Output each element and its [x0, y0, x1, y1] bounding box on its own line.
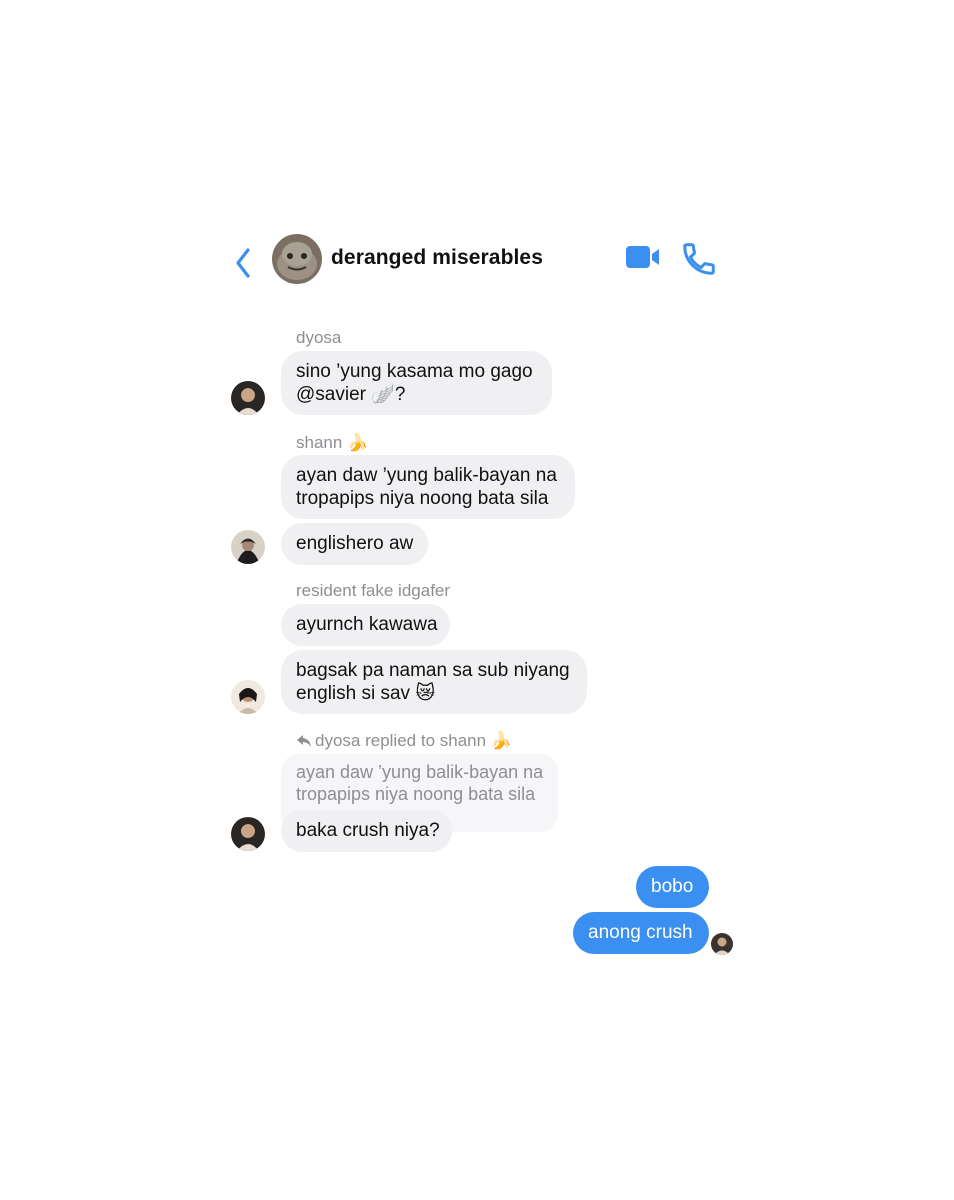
group-avatar[interactable]: [272, 234, 322, 284]
chat-title[interactable]: deranged miserables: [331, 246, 543, 270]
message-line: anong crush: [588, 922, 693, 943]
reply-label: dyosa replied to shann 🍌: [296, 731, 512, 751]
outgoing-message-bubble[interactable]: bobo: [636, 866, 709, 908]
message-line: sino ’yung kasama mo gago: [296, 361, 533, 382]
reply-arrow-icon: [297, 735, 311, 747]
message-line: bobo: [651, 876, 694, 897]
message-line: ayan daw ’yung balik-bayan na: [296, 465, 557, 486]
chat-header: deranged miserables: [230, 232, 720, 286]
sender-name: dyosa: [296, 328, 342, 347]
avatar[interactable]: [231, 530, 265, 564]
message-bubble[interactable]: sino ’yung kasama mo gago @savier 🪽?: [281, 351, 552, 415]
message-line: ayurnch kawawa: [296, 614, 438, 635]
back-button[interactable]: [230, 240, 258, 280]
quoted-line: ayan daw ’yung balik-bayan na: [296, 762, 544, 782]
message-bubble[interactable]: baka crush niya?: [281, 810, 452, 852]
message-line: bagsak pa naman sa sub niyang: [296, 660, 570, 681]
avatar[interactable]: [231, 817, 265, 851]
read-receipt-avatar: [711, 933, 733, 955]
avatar[interactable]: [231, 680, 265, 714]
message-line: englishero aw: [296, 533, 414, 554]
message-bubble[interactable]: ayurnch kawawa: [281, 604, 450, 646]
message-line: @savier 🪽?: [296, 384, 406, 405]
avatar[interactable]: [231, 381, 265, 415]
sender-name: shann 🍌: [296, 433, 369, 452]
message-line: baka crush niya?: [296, 820, 440, 841]
phone-icon: [683, 243, 715, 275]
voice-call-button[interactable]: [680, 240, 718, 278]
chevron-left-icon: [236, 248, 250, 278]
message-bubble[interactable]: bagsak pa naman sa sub niyang english si…: [281, 650, 587, 714]
quoted-line: tropapips niya noong bata sila: [296, 784, 536, 804]
message-bubble[interactable]: englishero aw: [281, 523, 428, 565]
reply-label-text: dyosa replied to shann 🍌: [315, 731, 512, 750]
outgoing-message-bubble[interactable]: anong crush: [573, 912, 709, 954]
message-line: english si sav 😿: [296, 683, 436, 704]
message-line: tropapips niya noong bata sila: [296, 488, 549, 509]
video-call-button[interactable]: [624, 243, 662, 273]
video-camera-icon: [626, 246, 659, 268]
message-bubble[interactable]: ayan daw ’yung balik-bayan na tropapips …: [281, 455, 575, 519]
sender-name: resident fake idgafer: [296, 581, 451, 600]
